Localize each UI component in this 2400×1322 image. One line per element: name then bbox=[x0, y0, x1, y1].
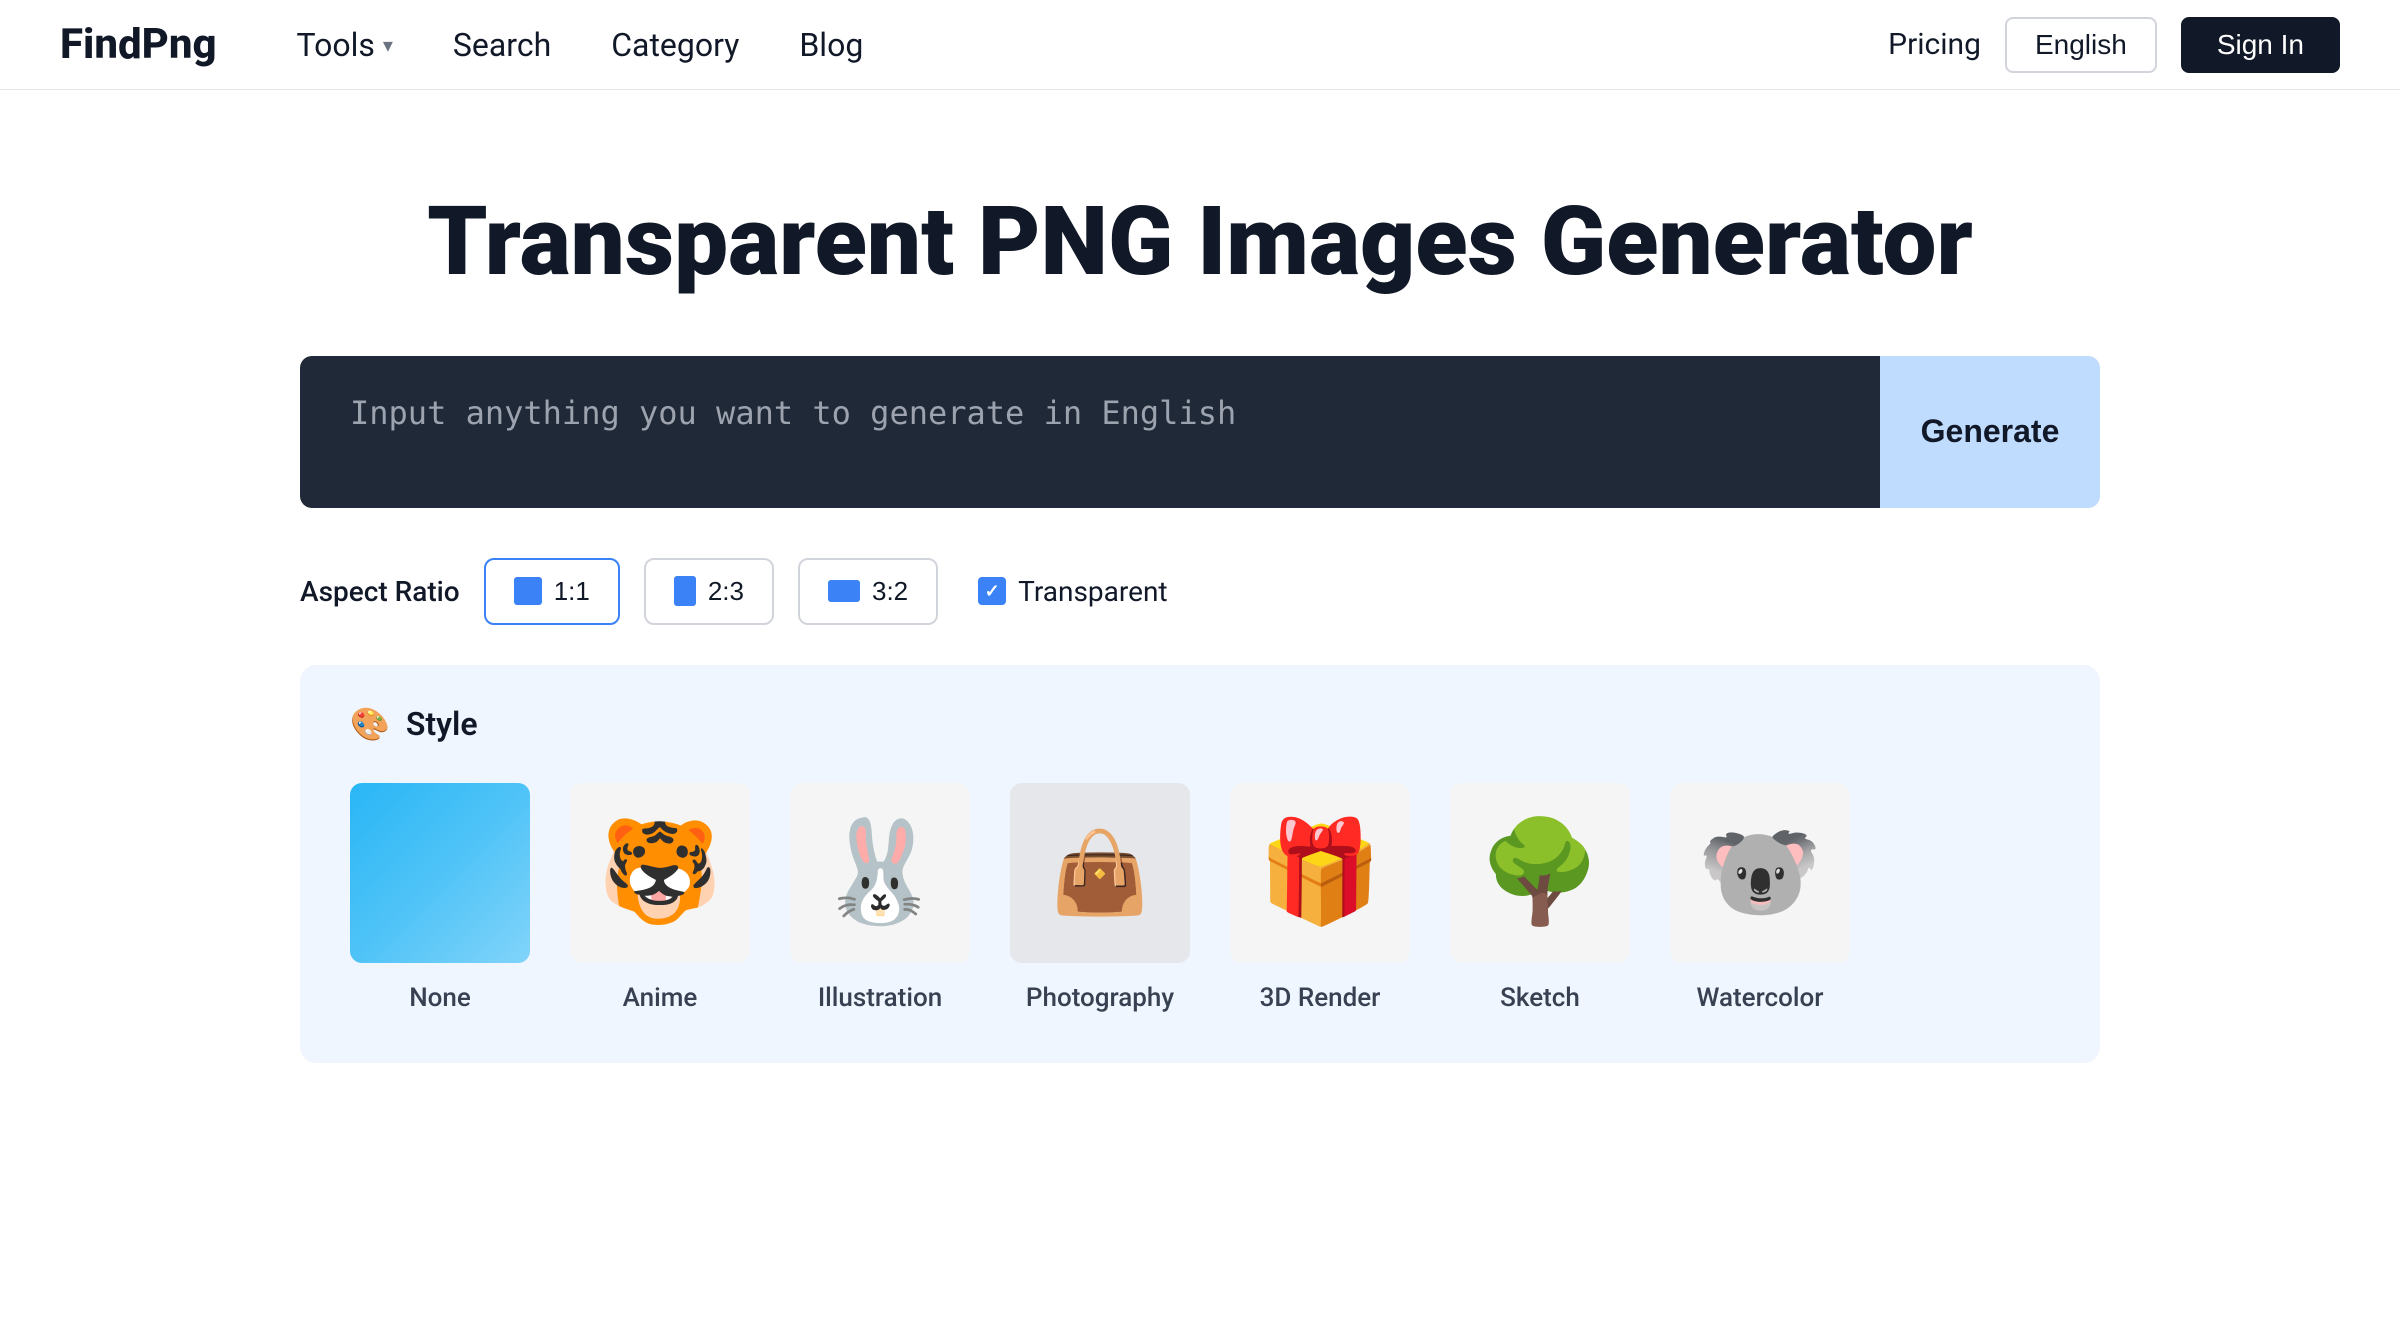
style-section: 🎨 Style None 🐯 Anime 🐰 Illustration 👜 bbox=[300, 665, 2100, 1063]
style-label-photography: Photography bbox=[1026, 983, 1174, 1013]
style-item-photography[interactable]: 👜 Photography bbox=[1010, 783, 1190, 1013]
style-thumb-watercolor: 🐨 bbox=[1670, 783, 1850, 963]
style-thumb-illustration: 🐰 bbox=[790, 783, 970, 963]
style-thumb-anime: 🐯 bbox=[570, 783, 750, 963]
transparent-checkbox[interactable]: ✓ bbox=[978, 577, 1006, 605]
transparent-label: Transparent bbox=[1018, 575, 1167, 608]
nav: Tools ▾ Search Category Blog bbox=[297, 26, 1889, 64]
header: FindPng Tools ▾ Search Category Blog Pri… bbox=[0, 0, 2400, 90]
nav-category[interactable]: Category bbox=[611, 26, 739, 64]
chevron-down-icon: ▾ bbox=[383, 33, 393, 57]
style-items-list: None 🐯 Anime 🐰 Illustration 👜 Photograph… bbox=[350, 783, 2050, 1013]
generate-button[interactable]: Generate bbox=[1880, 356, 2100, 508]
signin-button[interactable]: Sign In bbox=[2181, 17, 2340, 73]
style-item-watercolor[interactable]: 🐨 Watercolor bbox=[1670, 783, 1850, 1013]
language-button[interactable]: English bbox=[2005, 17, 2157, 73]
transparent-toggle[interactable]: ✓ Transparent bbox=[978, 575, 1167, 608]
aspect-ratio-label: Aspect Ratio bbox=[300, 575, 460, 608]
prompt-input[interactable] bbox=[300, 356, 1880, 508]
style-thumb-photography: 👜 bbox=[1010, 783, 1190, 963]
style-label-illustration: Illustration bbox=[818, 983, 942, 1013]
style-item-3d-render[interactable]: 🎁 3D Render bbox=[1230, 783, 1410, 1013]
palette-icon: 🎨 bbox=[350, 705, 390, 743]
main-content: Transparent PNG Images Generator Generat… bbox=[0, 90, 2400, 1123]
checkmark-icon: ✓ bbox=[985, 581, 1000, 602]
ratio-2-3-icon bbox=[674, 576, 696, 606]
style-item-illustration[interactable]: 🐰 Illustration bbox=[790, 783, 970, 1013]
style-section-title: Style bbox=[406, 705, 478, 743]
style-label-anime: Anime bbox=[623, 983, 698, 1013]
logo[interactable]: FindPng bbox=[60, 20, 217, 69]
ratio-1-1-button[interactable]: 1:1 bbox=[484, 558, 620, 625]
nav-search[interactable]: Search bbox=[453, 26, 551, 64]
header-actions: Pricing English Sign In bbox=[1888, 17, 2340, 73]
ratio-1-1-icon bbox=[514, 577, 542, 605]
style-item-none[interactable]: None bbox=[350, 783, 530, 1013]
style-thumb-none bbox=[350, 783, 530, 963]
aspect-ratio-row: Aspect Ratio 1:1 2:3 3:2 ✓ Transparent bbox=[300, 558, 2100, 625]
style-label-3d-render: 3D Render bbox=[1260, 983, 1381, 1013]
nav-tools[interactable]: Tools ▾ bbox=[297, 26, 393, 64]
style-thumb-3d-render: 🎁 bbox=[1230, 783, 1410, 963]
search-container: Generate bbox=[300, 356, 2100, 508]
ratio-3-2-button[interactable]: 3:2 bbox=[798, 558, 938, 625]
page-title: Transparent PNG Images Generator bbox=[427, 190, 1973, 296]
ratio-2-3-button[interactable]: 2:3 bbox=[644, 558, 774, 625]
style-item-anime[interactable]: 🐯 Anime bbox=[570, 783, 750, 1013]
nav-blog[interactable]: Blog bbox=[799, 26, 863, 64]
style-label-watercolor: Watercolor bbox=[1697, 983, 1824, 1013]
style-thumb-sketch: 🌳 bbox=[1450, 783, 1630, 963]
ratio-3-2-icon bbox=[828, 580, 860, 602]
style-label-none: None bbox=[409, 983, 471, 1013]
style-header: 🎨 Style bbox=[350, 705, 2050, 743]
pricing-link[interactable]: Pricing bbox=[1888, 27, 1981, 62]
style-item-sketch[interactable]: 🌳 Sketch bbox=[1450, 783, 1630, 1013]
style-label-sketch: Sketch bbox=[1500, 983, 1580, 1013]
